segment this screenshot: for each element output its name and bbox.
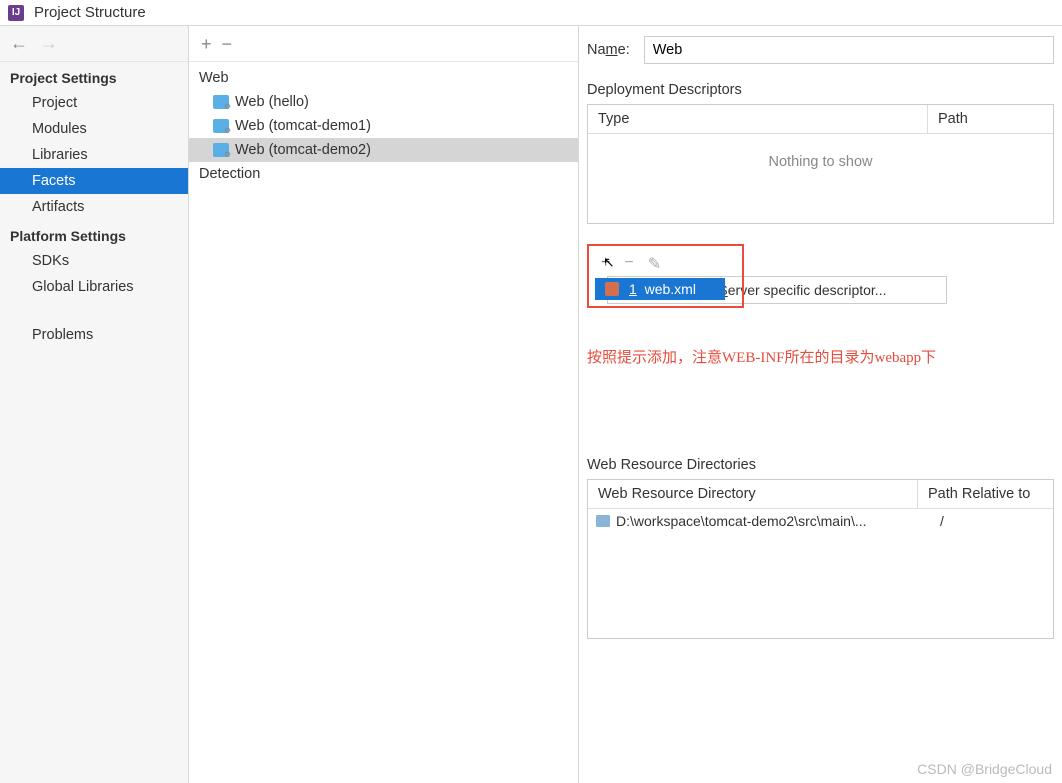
empty-label: Nothing to show bbox=[588, 134, 1053, 190]
th-path[interactable]: Path bbox=[928, 105, 1053, 133]
edit-descriptor-icon[interactable]: ✎ bbox=[648, 254, 661, 274]
remove-descriptor-icon[interactable]: − bbox=[624, 254, 633, 274]
remove-facet-icon[interactable]: − bbox=[222, 35, 233, 53]
nav-global-libraries[interactable]: Global Libraries bbox=[0, 274, 188, 300]
tree-label: Web (tomcat-demo2) bbox=[235, 142, 371, 158]
table-header: Type Path bbox=[588, 105, 1053, 134]
nav-modules[interactable]: Modules bbox=[0, 116, 188, 142]
nav-artifacts[interactable]: Artifacts bbox=[0, 194, 188, 220]
deployment-descriptors-title: Deployment Descriptors bbox=[587, 82, 1054, 98]
add-facet-icon[interactable]: + bbox=[201, 35, 212, 53]
tree-label: Web (hello) bbox=[235, 94, 309, 110]
nav-arrows: ← → bbox=[0, 26, 188, 62]
web-resource-dirs-title: Web Resource Directories bbox=[587, 457, 1054, 473]
folder-icon bbox=[596, 515, 610, 527]
tree-item-tomcat-demo1[interactable]: Web (tomcat-demo1) bbox=[189, 114, 578, 138]
dir-table-header: Web Resource Directory Path Relative to bbox=[588, 480, 1053, 509]
tree-item-tomcat-demo2[interactable]: Web (tomcat-demo2) bbox=[189, 138, 578, 162]
tree-root-web[interactable]: Web bbox=[189, 66, 578, 90]
web-facet-icon bbox=[213, 143, 229, 157]
xml-file-icon bbox=[605, 282, 619, 296]
nav-project[interactable]: Project bbox=[0, 90, 188, 116]
nav-sdks[interactable]: SDKs bbox=[0, 248, 188, 274]
name-label: Name: bbox=[587, 42, 630, 58]
nav-facets[interactable]: Facets bbox=[0, 168, 188, 194]
descriptors-table: Type Path Nothing to show bbox=[587, 104, 1054, 224]
name-row: Name: bbox=[587, 36, 1054, 64]
mid-toolbar: + − bbox=[189, 26, 578, 62]
web-facet-icon bbox=[213, 119, 229, 133]
th-type[interactable]: Type bbox=[588, 105, 928, 133]
directories-table: Web Resource Directory Path Relative to … bbox=[587, 479, 1054, 639]
th-relative[interactable]: Path Relative to bbox=[918, 480, 1053, 508]
add-descriptor-icon[interactable]: + bbox=[601, 254, 610, 274]
tree-item-hello[interactable]: Web (hello) bbox=[189, 90, 578, 114]
window-title: Project Structure bbox=[34, 4, 146, 21]
watermark: CSDN @BridgeCloud bbox=[917, 761, 1052, 777]
left-panel: ← → Project Settings Project Modules Lib… bbox=[0, 26, 189, 783]
directory-row[interactable]: D:\workspace\tomcat-demo2\src\main\... / bbox=[588, 509, 1053, 533]
nav-problems[interactable]: Problems bbox=[0, 322, 188, 348]
titlebar: IJ Project Structure bbox=[0, 0, 1062, 26]
web-facet-icon bbox=[213, 95, 229, 109]
popup-item-webxml[interactable]: 1 web.xml bbox=[595, 278, 725, 300]
nav-libraries[interactable]: Libraries bbox=[0, 142, 188, 168]
right-panel: Name: Deployment Descriptors Type Path N… bbox=[579, 26, 1062, 783]
annotation-text: 按照提示添加，注意WEB-INF所在的目录为webapp下 bbox=[587, 346, 1054, 367]
main-container: ← → Project Settings Project Modules Lib… bbox=[0, 26, 1062, 783]
back-arrow-icon[interactable]: ← bbox=[10, 33, 28, 54]
intellij-icon: IJ bbox=[8, 5, 24, 21]
project-settings-head: Project Settings bbox=[0, 62, 188, 90]
forward-arrow-icon[interactable]: → bbox=[40, 33, 58, 54]
tree-detection[interactable]: Detection bbox=[189, 162, 578, 186]
mid-panel: + − Web Web (hello) Web (tomcat-demo1) W… bbox=[189, 26, 579, 783]
tree-label: Web (tomcat-demo1) bbox=[235, 118, 371, 134]
rel-path: / bbox=[932, 513, 944, 529]
platform-settings-head: Platform Settings bbox=[0, 220, 188, 248]
dir-path: D:\workspace\tomcat-demo2\src\main\... bbox=[616, 513, 926, 529]
facet-tree: Web Web (hello) Web (tomcat-demo1) Web (… bbox=[189, 62, 578, 783]
descriptor-toolbar: + − ✎ 1 web.xml ↖ bbox=[587, 244, 744, 308]
th-directory[interactable]: Web Resource Directory bbox=[588, 480, 918, 508]
name-input[interactable] bbox=[644, 36, 1054, 64]
descriptor-toolbar-wrap: Add Application Server specific descript… bbox=[587, 244, 1054, 308]
